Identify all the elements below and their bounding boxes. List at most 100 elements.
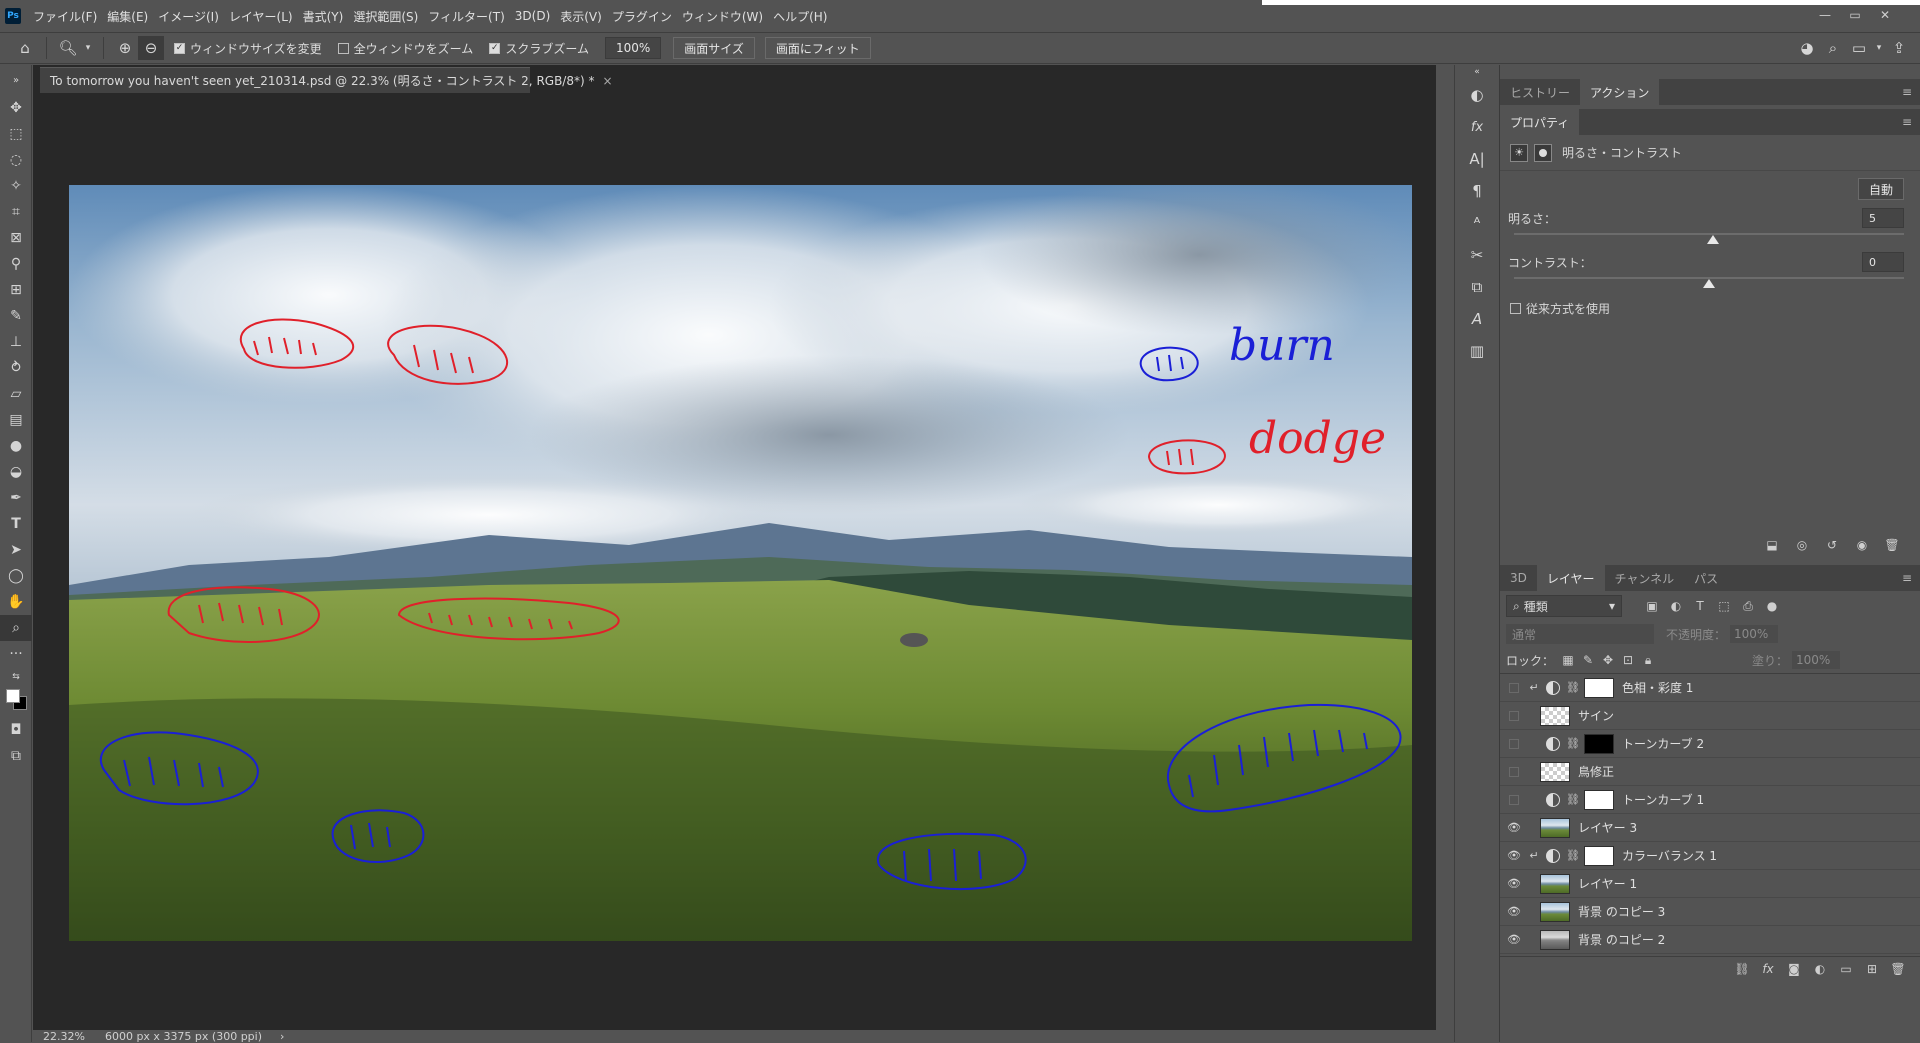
mask-link-icon[interactable]: ⛓ <box>1566 849 1580 862</box>
tab-layers[interactable]: レイヤー <box>1536 565 1605 591</box>
menu-edit[interactable]: 編集(E) <box>107 8 148 25</box>
filter-shape-icon[interactable]: ⬚ <box>1712 596 1736 616</box>
scrubby-zoom-checkbox[interactable]: ✓ スクラブズーム <box>489 40 589 57</box>
mask-link-icon[interactable]: ⛓ <box>1566 737 1580 750</box>
layer-thumbnail[interactable] <box>1540 705 1570 726</box>
layer-thumbnail[interactable] <box>1540 817 1570 838</box>
quick-mask-icon[interactable]: ◘ <box>0 717 32 743</box>
screen-mode-icon[interactable]: ⧉ <box>0 743 32 769</box>
learn-icon[interactable]: ◕ <box>1794 36 1820 60</box>
zoom-in-icon[interactable]: ⊕ <box>112 36 138 60</box>
eye-hidden-icon[interactable] <box>1500 786 1528 814</box>
layer-mask-thumbnail[interactable] <box>1583 677 1614 698</box>
zoom-all-checkbox[interactable]: 全ウィンドウをズーム <box>337 40 473 57</box>
panel-menu-icon[interactable]: ≡ <box>1894 571 1920 585</box>
layer-name[interactable]: トーンカーブ 2 <box>1622 735 1704 752</box>
eye-hidden-icon[interactable] <box>1500 758 1528 786</box>
search-icon[interactable]: ⌕ <box>1820 36 1846 60</box>
brightness-slider[interactable] <box>1514 229 1904 251</box>
zoom-percent-field[interactable]: 100% <box>604 37 662 59</box>
fill-input[interactable]: 100% <box>1792 651 1840 669</box>
tool-presets-icon[interactable]: ✂ <box>1455 239 1499 271</box>
filter-toggle-icon[interactable]: ● <box>1760 596 1784 616</box>
menu-help[interactable]: ヘルプ(H) <box>773 8 827 25</box>
type-tool-icon[interactable]: T <box>0 511 32 537</box>
visibility-icon[interactable]: ◉ <box>1850 535 1874 555</box>
character-styles-icon[interactable]: A <box>1455 303 1499 335</box>
swap-colors-icon[interactable]: ⇆ <box>0 667 32 687</box>
workspace-icon[interactable]: ▭ <box>1846 36 1872 60</box>
link-layers-icon[interactable]: ⛓ <box>1730 959 1754 979</box>
path-selection-tool-icon[interactable]: ➤ <box>0 537 32 563</box>
layer-thumbnail[interactable] <box>1540 901 1570 922</box>
eye-icon[interactable]: 👁︎ <box>1500 870 1528 898</box>
eye-icon[interactable]: 👁︎ <box>1500 842 1528 870</box>
menu-filter[interactable]: フィルター(T) <box>428 8 504 25</box>
move-tool-icon[interactable]: ✥ <box>0 95 32 121</box>
blur-tool-icon[interactable]: ● <box>0 433 32 459</box>
tab-paths[interactable]: パス <box>1684 565 1728 591</box>
lock-all-icon[interactable]: 🔒︎ <box>1638 650 1658 670</box>
legacy-checkbox[interactable] <box>1510 302 1521 314</box>
layer-name[interactable]: レイヤー 1 <box>1578 875 1637 892</box>
tab-actions[interactable]: アクション <box>1580 79 1660 105</box>
zoom-tool-preset-icon[interactable]: 🔍︎ <box>55 36 81 60</box>
layer-row[interactable]: 👁︎ レイヤー 1 <box>1500 870 1920 898</box>
minimize-button[interactable]: — <box>1818 8 1832 22</box>
hand-tool-icon[interactable]: ✋ <box>0 589 32 615</box>
mask-link-icon[interactable]: ⛓ <box>1566 681 1580 694</box>
frame-tool-icon[interactable]: ⊠ <box>0 225 32 251</box>
eye-icon[interactable]: 👁︎ <box>1500 898 1528 926</box>
tab-3d[interactable]: 3D <box>1500 565 1537 591</box>
fit-screen-button[interactable]: 画面にフィット <box>764 37 871 59</box>
layer-name[interactable]: カラーバランス 1 <box>1622 847 1717 864</box>
layer-name[interactable]: レイヤー 3 <box>1578 819 1637 836</box>
character-icon[interactable]: A| <box>1455 143 1499 175</box>
zoom-readout[interactable]: 22.32% <box>43 1030 85 1043</box>
new-layer-icon[interactable]: ⊞ <box>1860 959 1884 979</box>
panel-menu-icon[interactable]: ≡ <box>1894 85 1920 99</box>
dodge-tool-icon[interactable]: ◒ <box>0 459 32 485</box>
stamp-tool-icon[interactable]: ⊥ <box>0 329 32 355</box>
view-previous-icon[interactable]: ◎ <box>1790 535 1814 555</box>
tab-properties[interactable]: プロパティ <box>1500 109 1580 135</box>
share-icon[interactable]: ⇪ <box>1886 36 1912 60</box>
opacity-input[interactable]: 100% <box>1730 625 1779 643</box>
layer-style-icon[interactable]: fx <box>1756 959 1780 979</box>
filter-pixel-icon[interactable]: ▣ <box>1640 596 1664 616</box>
document-tab[interactable]: To tomorrow you haven't seen yet_210314.… <box>40 67 613 93</box>
paragraph-icon[interactable]: ¶ <box>1455 175 1499 207</box>
layer-row[interactable]: ↵ ⛓ 色相・彩度 1 <box>1500 674 1920 702</box>
eye-hidden-icon[interactable] <box>1500 674 1528 702</box>
glyphs-icon[interactable]: ᴬ <box>1455 207 1499 239</box>
eye-hidden-icon[interactable] <box>1500 702 1528 730</box>
menu-view[interactable]: 表示(V) <box>560 8 602 25</box>
history-brush-tool-icon[interactable]: ⥁ <box>0 355 32 381</box>
menu-image[interactable]: イメージ(I) <box>158 8 219 25</box>
color-swatches[interactable] <box>0 687 32 717</box>
filter-adjustment-icon[interactable]: ◐ <box>1664 596 1688 616</box>
eraser-tool-icon[interactable]: ▱ <box>0 381 32 407</box>
vertical-scrollbar[interactable] <box>1436 65 1454 1030</box>
lock-image-icon[interactable]: ✎ <box>1578 650 1598 670</box>
chevron-down-icon[interactable]: ▾ <box>81 36 95 60</box>
add-mask-icon[interactable]: ◙ <box>1782 959 1806 979</box>
home-icon[interactable]: ⌂ <box>12 36 38 60</box>
layer-row[interactable]: ⛓ トーンカーブ 2 <box>1500 730 1920 758</box>
mask-icon[interactable] <box>1534 143 1552 162</box>
color-icon[interactable]: ◐ <box>1455 79 1499 111</box>
gradient-tool-icon[interactable]: ▤ <box>0 407 32 433</box>
gradients-icon[interactable]: ▥ <box>1455 335 1499 367</box>
eye-hidden-icon[interactable] <box>1500 730 1528 758</box>
layer-mask-thumbnail[interactable] <box>1583 845 1614 866</box>
pen-tool-icon[interactable]: ✒ <box>0 485 32 511</box>
foreground-color-swatch[interactable] <box>6 689 20 703</box>
eyedropper-tool-icon[interactable]: ⚲ <box>0 251 32 277</box>
clip-to-layer-icon[interactable]: ⬓ <box>1760 535 1784 555</box>
layer-mask-thumbnail[interactable] <box>1583 789 1614 810</box>
layer-name[interactable]: トーンカーブ 1 <box>1622 791 1704 808</box>
eye-icon[interactable]: 👁︎ <box>1500 954 1528 957</box>
styles-icon[interactable]: fx <box>1455 111 1499 143</box>
filter-smart-object-icon[interactable]: ⎙ <box>1736 596 1760 616</box>
close-tab-icon[interactable]: × <box>602 74 612 88</box>
